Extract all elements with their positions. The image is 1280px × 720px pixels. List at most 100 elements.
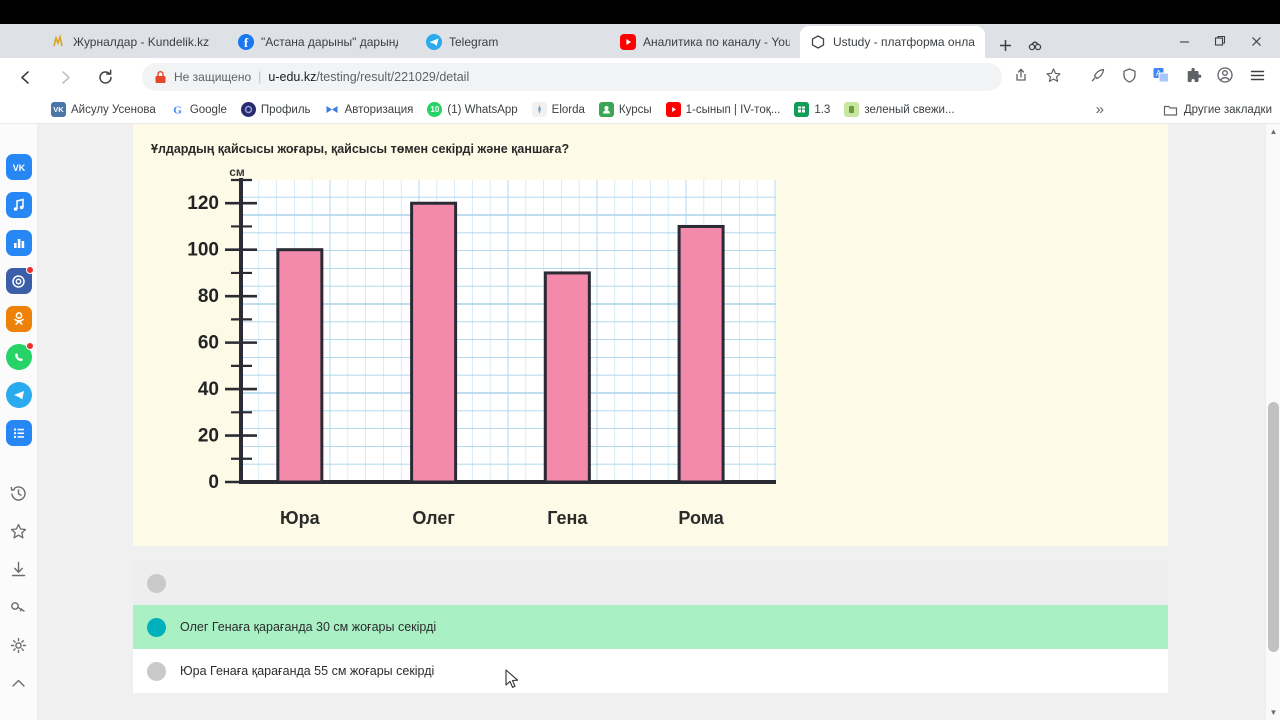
sidebar-item-mail[interactable] bbox=[5, 266, 34, 294]
profile-icon[interactable] bbox=[1210, 60, 1240, 90]
answer-option-2[interactable]: Юра Генаға қарағанда 55 см жоғары секірд… bbox=[133, 649, 1168, 693]
sidebar-item-settings[interactable] bbox=[6, 632, 32, 658]
bookmark-item-5[interactable]: Elorda bbox=[525, 100, 592, 119]
minimize-button[interactable] bbox=[1166, 26, 1202, 56]
extensions-icon[interactable] bbox=[1178, 60, 1208, 90]
bookmark-label-3: Авторизация bbox=[344, 103, 414, 116]
reload-icon[interactable] bbox=[90, 62, 120, 92]
bookmark-label-0: Айсулу Усенова bbox=[71, 103, 156, 116]
answer-radio-0[interactable] bbox=[147, 573, 166, 593]
maximize-button[interactable] bbox=[1202, 26, 1238, 56]
insecure-lock-icon[interactable] bbox=[154, 70, 167, 84]
svg-text:20: 20 bbox=[198, 426, 219, 447]
sidebar-item-history[interactable] bbox=[6, 480, 32, 506]
bookmark-item-0[interactable]: VK Айсулу Усенова bbox=[44, 100, 163, 119]
sidebar-item-feed[interactable] bbox=[5, 420, 32, 446]
rocket-icon[interactable] bbox=[1082, 60, 1112, 90]
answer-radio-1[interactable] bbox=[147, 617, 166, 637]
sidebar-item-odnoklassniki[interactable] bbox=[5, 306, 32, 332]
sidebar-item-whatsapp[interactable] bbox=[5, 342, 34, 370]
bookmark-label-1: Google bbox=[189, 103, 227, 116]
answer-label-1: Олег Генаға қарағанда 30 см жоғары секір… bbox=[180, 620, 437, 634]
bookmark-item-9[interactable]: зеленый свежи... bbox=[837, 100, 961, 119]
browser-tab-title-4: Ustudy - платформа онлайн bbox=[833, 35, 975, 49]
back-icon[interactable] bbox=[10, 62, 40, 92]
page-content: Ұлдардың қайсысы жоғары, қайсысы төмен с… bbox=[38, 124, 1266, 720]
other-bookmarks-label: Другие закладки bbox=[1183, 103, 1272, 116]
bookmarks-overflow-button[interactable]: » bbox=[1096, 101, 1104, 118]
sidebar-item-stats[interactable] bbox=[5, 230, 32, 256]
svg-text:Юра: Юра bbox=[280, 508, 321, 528]
bookmark-item-4[interactable]: 10 (1) WhatsApp bbox=[420, 100, 524, 119]
other-bookmarks-button[interactable]: Другие закладки bbox=[1163, 103, 1272, 117]
bookmark-item-1[interactable]: G Google bbox=[163, 100, 234, 119]
sidebar-item-passwords[interactable] bbox=[6, 594, 32, 620]
bookmark-item-3[interactable]: Авторизация bbox=[318, 100, 421, 119]
window-top-bar bbox=[0, 0, 1280, 24]
svg-text:G: G bbox=[173, 105, 182, 117]
svg-text:Олег: Олег bbox=[412, 508, 455, 528]
address-bar[interactable]: Не защищено | u-edu.kz/testing/result/22… bbox=[142, 63, 1002, 91]
svg-text:0: 0 bbox=[208, 472, 219, 493]
url-host: u-edu.kz bbox=[268, 70, 317, 84]
share-icon[interactable] bbox=[1006, 60, 1036, 90]
sidebar-item-telegram[interactable] bbox=[5, 382, 32, 408]
bookmark-star-icon[interactable] bbox=[1038, 60, 1068, 90]
scroll-up-arrow[interactable]: ▲ bbox=[1266, 124, 1280, 139]
bookmark-item-8[interactable]: 1.3 bbox=[787, 100, 837, 119]
sidebar-item-collapse[interactable] bbox=[6, 670, 32, 696]
folder-icon bbox=[1163, 103, 1178, 117]
bookmark-item-6[interactable]: Курсы bbox=[592, 100, 659, 119]
close-button[interactable] bbox=[1238, 26, 1274, 56]
browser-tab-title-3: Аналитика по каналу - YouT bbox=[643, 35, 790, 49]
browser-tab-1[interactable]: f "Астана дарыны" дарындыл bbox=[228, 26, 408, 58]
bookmark-label-7: 1-сынып | IV-тоқ... bbox=[685, 103, 781, 116]
svg-text:80: 80 bbox=[198, 286, 219, 307]
butterfly-icon bbox=[324, 102, 340, 117]
tab-search-button[interactable] bbox=[1022, 32, 1048, 58]
answer-options: Олег Генаға қарағанда 30 см жоғары секір… bbox=[133, 561, 1168, 693]
svg-text:60: 60 bbox=[198, 333, 219, 354]
browser-tab-3[interactable]: Аналитика по каналу - YouT bbox=[610, 26, 800, 58]
answer-radio-2[interactable] bbox=[147, 661, 166, 681]
contact-icon bbox=[598, 102, 614, 117]
browser-toolbar-icons: A bbox=[1006, 60, 1272, 90]
new-tab-button[interactable] bbox=[992, 32, 1018, 58]
svg-text:40: 40 bbox=[198, 379, 219, 400]
sidebar-item-downloads[interactable] bbox=[6, 556, 32, 582]
omnibox-separator: | bbox=[258, 70, 262, 84]
sidebar-item-favorites[interactable] bbox=[6, 518, 32, 544]
social-sidebar: VK bbox=[0, 124, 38, 720]
answer-label-2: Юра Генаға қарағанда 55 см жоғары секірд… bbox=[180, 664, 435, 678]
browser-tab-title-0: Журналдар - Kundelik.kz bbox=[73, 35, 210, 49]
scrollbar-thumb[interactable] bbox=[1268, 402, 1279, 652]
svg-text:Гена: Гена bbox=[547, 508, 588, 528]
bookmark-label-4: (1) WhatsApp bbox=[447, 103, 518, 116]
menu-icon[interactable] bbox=[1242, 60, 1272, 90]
answer-option-0[interactable] bbox=[133, 561, 1168, 605]
browser-tab-2[interactable]: Telegram bbox=[416, 26, 576, 58]
page-scrollbar[interactable]: ▲ ▼ bbox=[1265, 124, 1280, 720]
browser-tab-4-active[interactable]: Ustudy - платформа онлайн bbox=[800, 26, 985, 58]
forward-icon[interactable] bbox=[50, 62, 80, 92]
translate-icon[interactable]: A bbox=[1146, 60, 1176, 90]
page-viewport: VK Ұлдардың қайсысы жоғары, қайсысы төме… bbox=[0, 124, 1280, 720]
vk-icon: VK bbox=[51, 102, 66, 117]
browser-tab-0[interactable]: Журналдар - Kundelik.kz bbox=[40, 26, 220, 58]
whatsapp-green-icon: 10 bbox=[427, 102, 443, 117]
scroll-down-arrow[interactable]: ▼ bbox=[1266, 705, 1280, 720]
bookmark-item-2[interactable]: Профиль bbox=[234, 100, 318, 119]
svg-text:f: f bbox=[244, 35, 249, 50]
url-path: /testing/result/221029/detail bbox=[316, 70, 470, 84]
sidebar-item-vk[interactable]: VK bbox=[5, 154, 32, 180]
sidebar-item-music[interactable] bbox=[5, 192, 32, 218]
window-controls bbox=[1166, 26, 1274, 56]
security-status-label: Не защищено bbox=[174, 70, 252, 84]
bookmark-item-7[interactable]: 1-сынып | IV-тоқ... bbox=[659, 100, 788, 119]
sheets-icon bbox=[794, 102, 810, 117]
shield-icon[interactable] bbox=[1114, 60, 1144, 90]
answer-option-1-selected[interactable]: Олег Генаға қарағанда 30 см жоғары секір… bbox=[133, 605, 1168, 649]
browser-tab-title-2: Telegram bbox=[449, 35, 499, 49]
question-card: Ұлдардың қайсысы жоғары, қайсысы төмен с… bbox=[133, 124, 1168, 546]
bookmark-label-2: Профиль bbox=[260, 103, 311, 116]
